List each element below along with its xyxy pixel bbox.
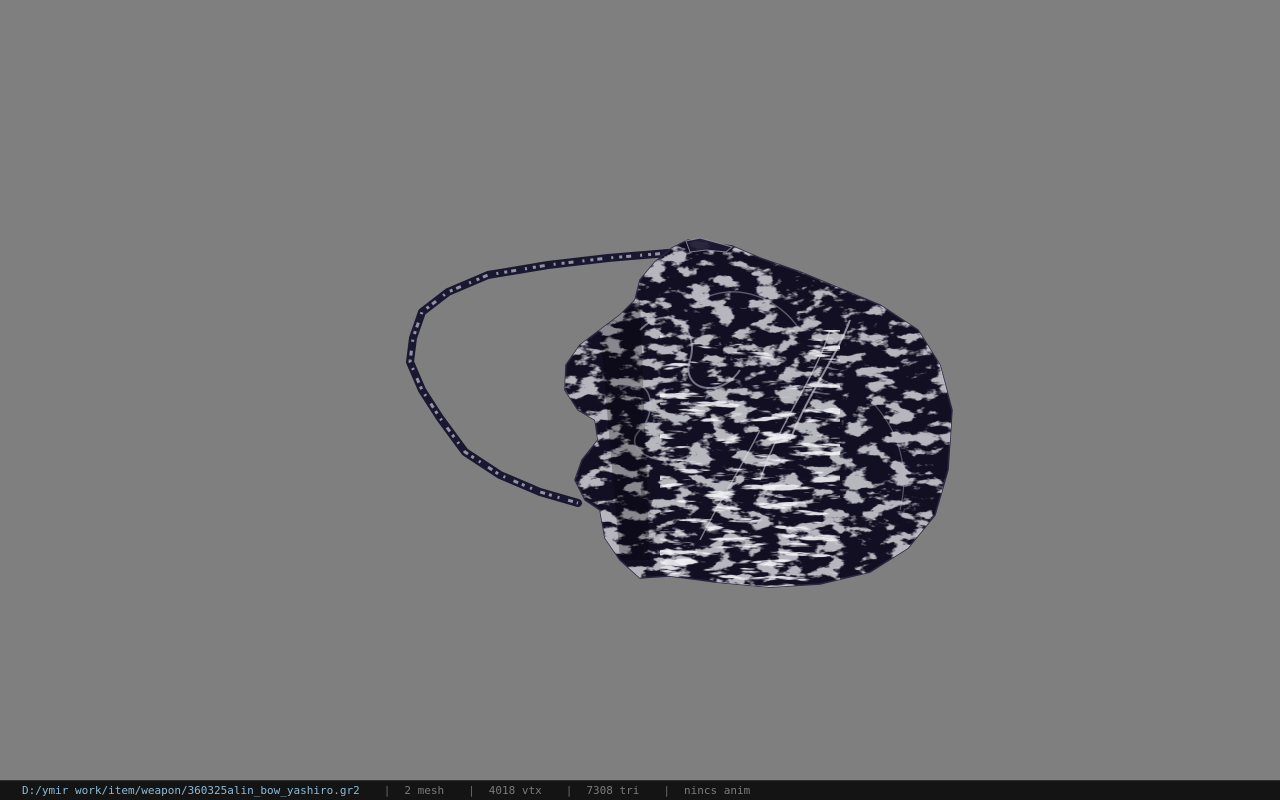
vertex-count-label: 4018 vtx	[488, 784, 542, 797]
triangle-count-label: 7308 tri	[586, 784, 640, 797]
status-separator: |	[663, 784, 670, 797]
3d-model-render[interactable]	[0, 0, 1280, 780]
status-bar: D:/ymir work/item/weapon/360325alin_bow_…	[0, 780, 1280, 800]
file-path-label: D:/ymir work/item/weapon/360325alin_bow_…	[22, 784, 360, 797]
status-separator: |	[565, 784, 573, 797]
mesh-count-label: 2 mesh	[404, 784, 445, 797]
status-separator: |	[468, 784, 475, 797]
status-separator: |	[383, 784, 391, 797]
model-body	[564, 237, 953, 588]
animation-status-label: nincs anim	[683, 784, 751, 797]
3d-viewport[interactable]	[0, 0, 1280, 780]
